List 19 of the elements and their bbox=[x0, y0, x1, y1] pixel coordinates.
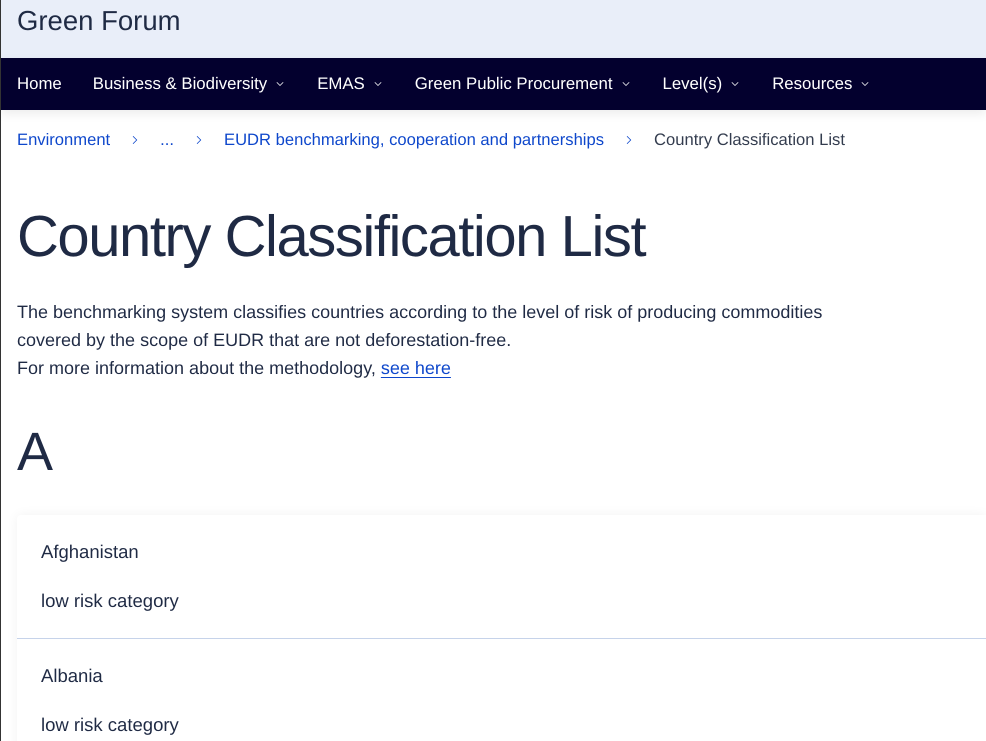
nav-item[interactable]: Business & Biodiversity bbox=[92, 72, 286, 96]
country-name: Afghanistan bbox=[41, 540, 140, 564]
see-here-link[interactable]: see here bbox=[380, 358, 451, 378]
site-title[interactable]: Green Forum bbox=[17, 4, 181, 38]
breadcrumb-current: Country Classification List bbox=[654, 129, 845, 151]
breadcrumb-link[interactable]: Environment bbox=[17, 128, 110, 152]
risk-category: low risk category bbox=[41, 589, 180, 613]
nav-item[interactable]: Level(s) bbox=[662, 72, 742, 96]
country-name: Albania bbox=[41, 664, 104, 688]
nav-item[interactable]: Resources bbox=[772, 72, 872, 96]
nav-item[interactable]: Home bbox=[17, 72, 62, 96]
page-title: Country Classification List bbox=[17, 203, 647, 271]
intro-paragraph: The benchmarking system classifies countries according to the level of risk of producing commodities covered by the scope of EUDR that are not deforestation-free. For more information about the methodology, see here bbox=[17, 301, 824, 380]
risk-category: low risk category bbox=[41, 713, 180, 737]
breadcrumb-link[interactable]: ... bbox=[160, 128, 174, 152]
nav-item[interactable]: EMAS bbox=[317, 72, 384, 96]
nav-item[interactable]: Green Public Procurement bbox=[414, 72, 632, 96]
section-letter: A bbox=[17, 421, 54, 484]
breadcrumb-link[interactable]: EUDR benchmarking, cooperation and partnerships bbox=[224, 128, 604, 152]
